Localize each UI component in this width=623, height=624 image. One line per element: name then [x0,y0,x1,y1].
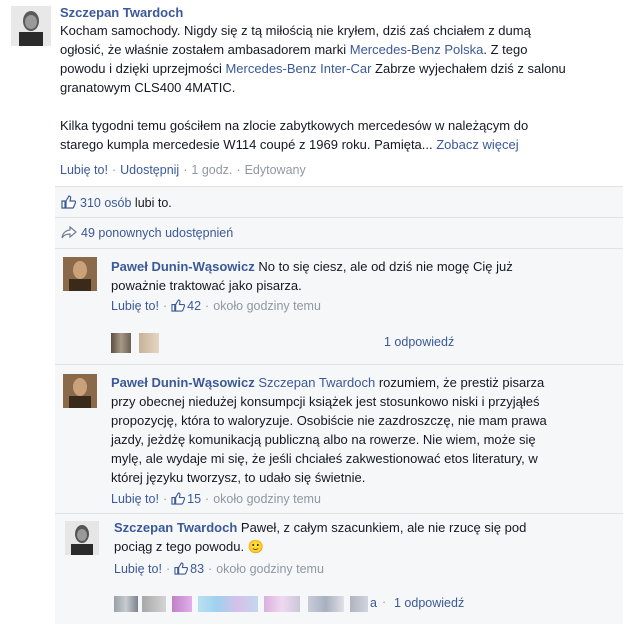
comment-author[interactable]: Paweł Dunin-Wąsowicz [111,375,255,390]
comment-body: Paweł Dunin-Wąsowicz No to się ciesz, al… [111,257,611,295]
post-text-line: Zabrze wyjechałem dziś z salonu [371,61,566,76]
share-arrow-icon [61,225,77,243]
share-link[interactable]: Udostępnij [120,163,179,177]
mercedes-intercar-link[interactable]: Mercedes-Benz Inter-Car [225,61,371,76]
commenter-avatar[interactable] [65,521,99,555]
comment-like-link[interactable]: Lubię to! [111,299,159,313]
post-text-line: starego kumpla mercedesie W114 coupé z 1… [60,137,437,152]
see-more-link[interactable]: Zobacz więcej [436,137,518,152]
view-replies-link[interactable]: 1 odpowiedź [384,334,454,351]
comment: Paweł Dunin-Wąsowicz Szczepan Twardoch r… [55,365,623,514]
like-link[interactable]: Lubię to! [60,163,108,177]
commenter-avatar[interactable] [63,257,97,291]
post-text-line: . Z tego [483,42,528,57]
comment-like-count[interactable]: 15 [187,492,201,506]
comment-meta: Lubię to! · 42 · około godziny temu [111,298,321,317]
comment-like-link[interactable]: Lubię to! [114,562,162,576]
comment-time[interactable]: około godziny temu [213,299,321,313]
comment-like-count[interactable]: 83 [190,562,204,576]
comment-time[interactable]: około godziny temu [213,492,321,506]
comment-text: której języku tworzysz, to udało się świ… [111,470,366,485]
thumbs-up-icon [174,562,189,580]
smile-emoji: 🙂 [247,539,264,554]
separator: · [382,595,387,609]
shares-link[interactable]: 49 ponownych udostępnień [81,226,233,240]
view-replies-link[interactable]: 1 odpowiedź [394,595,464,612]
comment-text: mylę, ale wydaje mi się, że jeśli chciał… [111,451,538,466]
shares-summary[interactable]: 49 ponownych udostępnień [55,218,623,249]
comment-like-link[interactable]: Lubię to! [111,492,159,506]
edited-label[interactable]: Edytowany [245,163,306,177]
post-author-avatar[interactable] [11,6,51,46]
post-text-line: granatowym CLS400 4MATIC. [60,80,236,95]
post-author-name[interactable]: Szczepan Twardoch [60,4,615,21]
post-text-line: Kilka tygodni temu gościłem na zlocie za… [60,118,529,133]
comment-like-count[interactable]: 42 [187,299,201,313]
reply-avatar-blurred [350,596,368,612]
comment-text: przy obecnej niedużej konsumpcji książek… [111,394,540,409]
reply-truncated-text: a [370,596,377,610]
post-timestamp[interactable]: 1 godz. [191,163,232,177]
thumbs-up-icon [171,299,186,317]
comment-body: Szczepan Twardoch Paweł, z całym szacunk… [114,518,614,556]
comment-time[interactable]: około godziny temu [216,562,324,576]
post-text-line: ogłosić, że właśnie zostałem ambasadorem… [60,42,350,57]
mention-link[interactable]: Szczepan Twardoch [258,375,375,390]
comment: Szczepan Twardoch Paweł, z całym szacunk… [55,514,623,624]
commenter-avatar[interactable] [63,374,97,408]
reply-avatar-blurred [308,596,344,612]
post-text-line: powodu i dzięki uprzejmości [60,61,226,76]
comment-text: pociąg z tego powodu. [114,539,248,554]
post-actions: Lubię to! · Udostępnij · 1 godz. · Edytowany [60,163,306,177]
post-text-line: Kocham samochody. Nigdy się z tą miłości… [60,23,531,38]
reply-avatar-blurred [172,596,192,612]
comment-text: No to się ciesz, ale od dziś nie mogę Ci… [254,259,513,274]
reply-avatar-blurred [139,333,159,353]
comment-text: jazdy, jeżdżę komunikacją publiczną albo… [111,432,536,447]
reply-avatar-blurred [142,596,166,612]
comment-text: Paweł, z całym szacunkiem, ale nie rzucę… [237,520,527,535]
reply-avatar-blurred [264,596,300,612]
comment-author[interactable]: Paweł Dunin-Wąsowicz [111,259,255,274]
comment-text: rozumiem, że prestiż pisarza [375,375,545,390]
thumbs-up-icon [171,492,186,510]
thumbs-up-icon [61,195,77,213]
comment: Paweł Dunin-Wąsowicz No to się ciesz, al… [55,249,623,365]
comment-body: Paweł Dunin-Wąsowicz Szczepan Twardoch r… [111,373,611,487]
reply-avatar-blurred [114,596,138,612]
comment-author[interactable]: Szczepan Twardoch [114,520,237,535]
replies-row[interactable]: 1 odpowiedź [111,331,616,357]
post-body: Szczepan Twardoch Kocham samochody. Nigd… [60,4,615,154]
reply-avatar-blurred [198,596,258,612]
comment-text: propozycję, która to waloryzuje. Osobiśc… [111,413,547,428]
mercedes-polska-link[interactable]: Mercedes-Benz Polska [350,42,484,57]
likes-suffix: lubi to. [134,196,172,210]
comment-meta: Lubię to! · 15 · około godziny temu [111,491,321,510]
comment-text: poważnie traktować jako pisarza. [111,278,302,293]
replies-row[interactable]: a · 1 odpowiedź [114,592,619,618]
post-text: Kocham samochody. Nigdy się z tą miłości… [60,21,615,154]
likers-link[interactable]: 310 osób [80,196,131,210]
likes-summary: 310 osób lubi to. [55,187,623,218]
reply-avatar-blurred [111,333,131,353]
comment-meta: Lubię to! · 83 · około godziny temu [114,561,324,580]
feedback-panel: 310 osób lubi to. 49 ponownych udostępni… [55,186,623,249]
